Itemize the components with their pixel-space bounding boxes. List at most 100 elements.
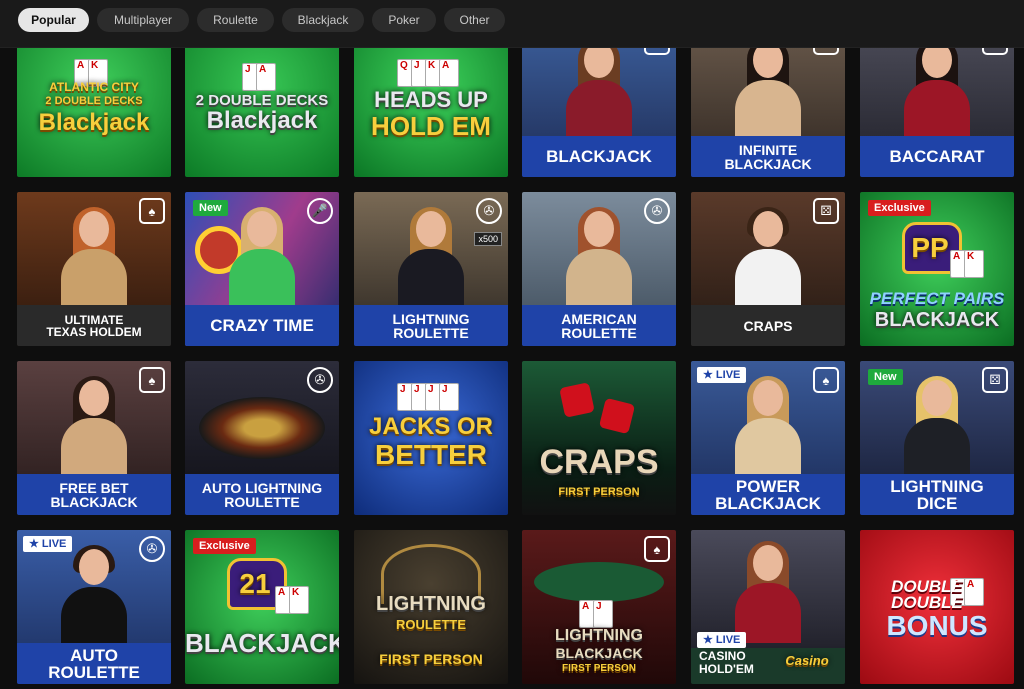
dealer-image (902, 38, 972, 140)
game-tile-jacks-or-better[interactable]: JJJJ JACKS OR BETTER (354, 361, 508, 515)
game-title-band: ULTIMATE TEXAS HOLDEM (17, 305, 171, 346)
game-logo-line1: JACKS OR (368, 413, 494, 440)
playing-cards-icon: JA (242, 63, 276, 91)
roulette-wheel-icon: ✇ (476, 198, 502, 224)
game-logo-line1: ATLANTIC CITY (49, 80, 139, 94)
game-title: BLACKJACK (546, 147, 652, 166)
blackjack-cards-icon: ♠ (139, 367, 165, 393)
game-title: POWER BLACKJACK (715, 476, 821, 513)
game-title: CASINO HOLD'EM (699, 649, 754, 676)
game-logo-line1: LIGHTNING (376, 593, 486, 615)
game-title-band: LIGHTNING DICE (860, 474, 1014, 515)
game-tile-auto-roulette[interactable]: ★ LIVE ✇ AUTO ROULETTE (17, 530, 171, 684)
game-title-band: CRAPS (691, 305, 845, 346)
game-logo-line3: BONUS (886, 610, 988, 641)
dealer-image (564, 38, 634, 140)
game-logo-line2: HOLD EM (371, 111, 491, 141)
playing-cards-icon: AK (950, 250, 984, 278)
game-tile-casino-holdem[interactable]: ★ LIVE CASINO HOLD'EM Casino (691, 530, 845, 684)
live-badge: ★ LIVE (23, 536, 73, 552)
game-logo-line3: BLACKJACK (874, 309, 1000, 331)
dealer-image (564, 207, 634, 309)
filter-multiplayer[interactable]: Multiplayer (97, 8, 189, 32)
microphone-icon: 🎤 (307, 198, 333, 224)
live-badge-label: LIVE (715, 369, 741, 381)
new-badge: New (193, 200, 228, 216)
game-title-band: BACCARAT (860, 136, 1014, 177)
game-tile-free-bet-blackjack[interactable]: ♠ FREE BET BLACKJACK (17, 361, 171, 515)
dice-icon: ⚄ (982, 367, 1008, 393)
game-tile-lightning-roulette-first-person[interactable]: LIGHTNING ROULETTE FIRST PERSON (354, 530, 508, 684)
dealer-image (733, 541, 803, 643)
dice-icon: ⚄ (813, 198, 839, 224)
game-logo-line1: CRAPS (539, 443, 659, 481)
game-title: CRAPS (743, 317, 793, 334)
host-image (227, 207, 297, 309)
live-badge: ★ LIVE (697, 632, 747, 648)
filter-blackjack[interactable]: Blackjack (282, 8, 364, 32)
live-badge: ★ LIVE (697, 367, 747, 383)
game-tile-perfect-pairs-blackjack[interactable]: Exclusive PP AK PERFECT PAIRS BLACKJACK (860, 192, 1014, 346)
game-logo-line1: PP (911, 232, 949, 263)
game-logo-line2: 2 DOUBLE DECKS (45, 95, 143, 107)
game-title: ULTIMATE TEXAS HOLDEM (46, 312, 142, 339)
category-filter-bar: Popular Multiplayer Roulette Blackjack P… (0, 0, 1024, 48)
game-logo-line2: BLACKJACK (185, 628, 339, 658)
live-badge-label: LIVE (41, 538, 67, 550)
game-tile-auto-lightning-roulette[interactable]: ✇ AUTO LIGHTNING ROULETTE (185, 361, 339, 515)
game-tile-craps[interactable]: ⚄ CRAPS (691, 192, 845, 346)
game-tile-crazy-time[interactable]: New 🎤 CRAZY TIME (185, 192, 339, 346)
game-title-band: AUTO LIGHTNING ROULETTE (185, 474, 339, 515)
game-title-band: POWER BLACKJACK (691, 474, 845, 515)
game-title-band: AUTO ROULETTE (17, 643, 171, 684)
roulette-wheel-icon: ✇ (307, 367, 333, 393)
game-logo-line1: LIGHTNING (555, 627, 643, 644)
blackjack-cards-icon: ♠ (644, 536, 670, 562)
playing-cards-icon: AK (275, 586, 309, 614)
filter-roulette[interactable]: Roulette (197, 8, 274, 32)
exclusive-badge: Exclusive (868, 200, 931, 216)
multiplier-badge: x500 (474, 232, 502, 246)
poker-cards-icon: ♠ (139, 198, 165, 224)
game-logo-line1: 21 (239, 568, 271, 599)
game-logo-line2: BETTER (375, 439, 487, 470)
game-logo-line1: HEADS UP (374, 87, 488, 112)
game-tile-power-blackjack[interactable]: ★ LIVE ♠ POWER BLACKJACK (691, 361, 845, 515)
new-badge: New (868, 369, 903, 385)
game-logo-line2: FIRST PERSON (558, 486, 640, 498)
game-logo-line3: Blackjack (38, 109, 150, 136)
game-logo-line1: Casino (785, 653, 829, 668)
filter-poker[interactable]: Poker (372, 8, 436, 32)
game-tile-21-blackjack[interactable]: Exclusive 21 AK BLACKJACK (185, 530, 339, 684)
game-title-band: AMERICAN ROULETTE (522, 305, 676, 346)
game-logo-line2: BLACKJACK (555, 645, 643, 661)
game-title: LIGHTNING DICE (890, 476, 984, 513)
game-title-band: FREE BET BLACKJACK (17, 474, 171, 515)
game-tile-lightning-roulette[interactable]: ✇ x500 LIGHTNING ROULETTE (354, 192, 508, 346)
die-icon (559, 382, 595, 418)
game-logo-line3: FIRST PERSON (562, 663, 636, 674)
roulette-wheel-icon: ✇ (139, 536, 165, 562)
game-title: AUTO ROULETTE (48, 645, 140, 682)
dealer-image (59, 207, 129, 309)
game-tile-lightning-blackjack-first-person[interactable]: ♠ AJ LIGHTNING BLACKJACK FIRST PERSON (522, 530, 676, 684)
roulette-wheel-image (199, 397, 325, 459)
game-title-band: CRAZY TIME (185, 305, 339, 346)
blackjack-table-image (534, 562, 664, 602)
game-tile-lightning-dice[interactable]: New ⚄ LIGHTNING DICE (860, 361, 1014, 515)
game-logo-line2: DOUBLE (891, 593, 963, 612)
exclusive-badge: Exclusive (193, 538, 256, 554)
game-tile-craps-first-person[interactable]: CRAPS FIRST PERSON (522, 361, 676, 515)
game-title: AMERICAN ROULETTE (561, 310, 637, 341)
dealer-image (396, 207, 466, 309)
game-tile-double-double-bonus[interactable]: AA DOUBLE DOUBLE BONUS (860, 530, 1014, 684)
game-title: AUTO LIGHTNING ROULETTE (201, 479, 323, 510)
filter-popular[interactable]: Popular (18, 8, 89, 32)
game-title: INFINITE BLACKJACK (724, 141, 812, 172)
filter-other[interactable]: Other (444, 8, 505, 32)
game-tile-american-roulette[interactable]: ✇ AMERICAN ROULETTE (522, 192, 676, 346)
game-title-band: BLACKJACK (522, 136, 676, 177)
game-tile-ultimate-texas-holdem[interactable]: ♠ ULTIMATE TEXAS HOLDEM (17, 192, 171, 346)
game-title-band: LIGHTNING ROULETTE (354, 305, 508, 346)
playing-cards-icon: AJ (579, 600, 613, 628)
